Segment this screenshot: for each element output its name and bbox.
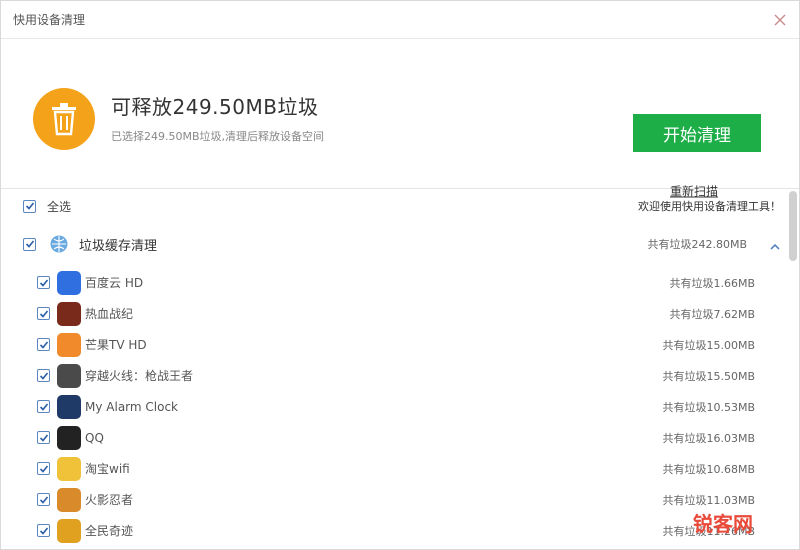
list-item: 全民奇迹 共有垃圾11.26MB — [1, 515, 800, 546]
list-item: 芒果TV HD 共有垃圾15.00MB — [1, 329, 800, 360]
app-checkbox[interactable] — [37, 400, 50, 413]
summary-text: 可释放249.50MB垃圾 已选择249.50MB垃圾,清理后释放设备空间 — [111, 91, 324, 144]
list-item: 火影忍者 共有垃圾11.03MB — [1, 484, 800, 515]
app-name: 淘宝wifi — [85, 462, 130, 476]
app-size: 共有垃圾1.66MB — [669, 276, 755, 290]
app-window: 快用设备清理 可释放249.50MB垃圾 已选择249.50MB垃圾,清理后释放… — [0, 0, 800, 550]
app-icon — [57, 270, 81, 295]
app-checkbox[interactable] — [37, 307, 50, 320]
list-item: My Alarm Clock 共有垃圾10.53MB — [1, 391, 800, 422]
chevron-up-icon[interactable] — [769, 238, 781, 250]
category-checkbox[interactable] — [23, 237, 36, 251]
app-checkbox[interactable] — [37, 276, 50, 289]
app-checkbox[interactable] — [37, 338, 50, 351]
summary-title: 可释放249.50MB垃圾 — [111, 95, 319, 119]
app-icon — [57, 332, 81, 357]
list-item: 热血战纪 共有垃圾7.62MB — [1, 298, 800, 329]
app-size: 共有垃圾10.53MB — [662, 400, 755, 414]
summary-panel: 可释放249.50MB垃圾 已选择249.50MB垃圾,清理后释放设备空间 开始… — [1, 39, 799, 199]
select-all-checkbox[interactable] — [23, 199, 36, 213]
app-size: 共有垃圾15.50MB — [662, 369, 755, 383]
category-label: 垃圾缓存清理 — [79, 238, 158, 254]
list-item: 百度云 HD 共有垃圾1.66MB — [1, 267, 800, 298]
app-size: 共有垃圾10.68MB — [662, 462, 755, 476]
app-icon — [57, 301, 81, 326]
app-name: My Alarm Clock — [85, 399, 178, 414]
junk-list: 全选 欢迎使用快用设备清理工具！ 垃圾缓存清理 共有垃圾242.80MB 百度云… — [1, 191, 800, 546]
list-item: 淘宝wifi 共有垃圾10.68MB — [1, 453, 800, 484]
app-icon — [57, 363, 81, 388]
app-name: 全民奇迹 — [85, 524, 134, 538]
select-all-row: 全选 欢迎使用快用设备清理工具！ — [1, 191, 800, 221]
watermark-logo: 锐客网 — [693, 508, 753, 537]
title-bar: 快用设备清理 — [1, 1, 799, 39]
app-checkbox[interactable] — [37, 524, 50, 537]
app-name: 穿越火线：枪战王者 — [85, 369, 194, 383]
app-name: QQ — [85, 430, 104, 445]
app-checkbox[interactable] — [37, 369, 50, 382]
start-clean-button[interactable]: 开始清理 — [633, 114, 761, 152]
close-icon[interactable] — [771, 11, 789, 29]
trash-icon — [33, 88, 95, 150]
watermark-text: 锐客网 — [693, 512, 753, 536]
summary-subtitle: 已选择249.50MB垃圾,清理后释放设备空间 — [111, 130, 325, 143]
app-checkbox[interactable] — [37, 462, 50, 475]
app-icon — [57, 456, 81, 481]
globe-icon — [49, 234, 69, 254]
list-item: 穿越火线：枪战王者 共有垃圾15.50MB — [1, 360, 800, 391]
app-name: 火影忍者 — [85, 493, 134, 507]
app-icon — [57, 487, 81, 512]
app-size: 共有垃圾16.03MB — [662, 431, 755, 445]
app-checkbox[interactable] — [37, 431, 50, 444]
category-row: 垃圾缓存清理 共有垃圾242.80MB — [1, 221, 800, 267]
app-icon — [57, 394, 81, 419]
category-total: 共有垃圾242.80MB — [647, 238, 747, 251]
select-all-label: 全选 — [47, 199, 72, 214]
app-checkbox[interactable] — [37, 493, 50, 506]
app-size: 共有垃圾15.00MB — [662, 338, 755, 352]
app-icon — [57, 425, 81, 450]
scrollbar[interactable] — [789, 191, 797, 261]
app-icon — [57, 518, 81, 543]
app-name: 百度云 HD — [85, 276, 144, 290]
app-name: 热血战纪 — [85, 307, 134, 321]
welcome-text: 欢迎使用快用设备清理工具！ — [638, 200, 781, 213]
window-title: 快用设备清理 — [13, 13, 86, 27]
app-size: 共有垃圾7.62MB — [669, 307, 755, 321]
app-name: 芒果TV HD — [85, 338, 147, 352]
app-size: 共有垃圾11.03MB — [662, 493, 755, 507]
list-item: QQ 共有垃圾16.03MB — [1, 422, 800, 453]
